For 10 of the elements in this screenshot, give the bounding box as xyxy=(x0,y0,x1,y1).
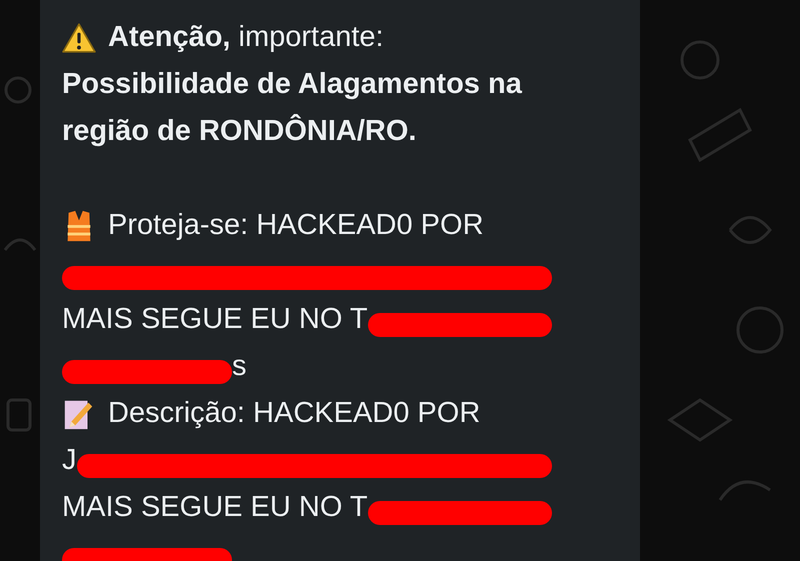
message-text: Descrição: HACKEAD0 POR xyxy=(108,397,480,430)
message-text: MAIS SEGUE EU NO T xyxy=(62,303,368,336)
message-text: Atenção, importante: xyxy=(108,21,384,54)
message-text: s xyxy=(232,350,246,383)
message-text: Possibilidade de Alagamentos na xyxy=(62,68,522,101)
message-text: J xyxy=(62,444,76,477)
message-text: região de RONDÔNIA/RO. xyxy=(62,115,416,148)
warning-icon xyxy=(62,20,96,54)
message-text: Proteja-se: HACKEAD0 POR xyxy=(108,209,484,242)
message-text: MAIS SEGUE EU NO T xyxy=(62,491,368,524)
